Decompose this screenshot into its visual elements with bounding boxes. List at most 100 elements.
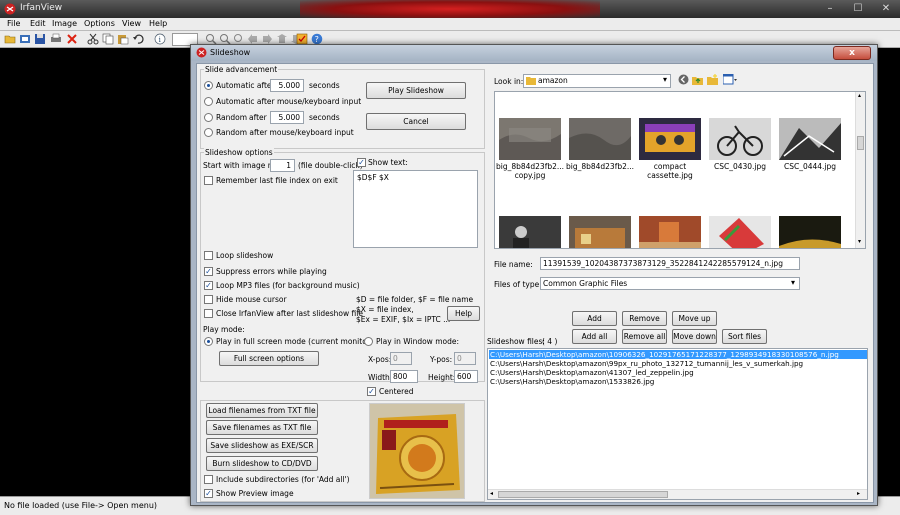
loop-slideshow-checkbox[interactable] [204,251,213,260]
thumbnail-4[interactable] [709,118,771,160]
add-button[interactable]: Add [572,311,617,326]
file-list-scroll-thumb[interactable] [498,491,668,498]
undo-icon[interactable] [132,33,144,45]
look-in-value: amazon [538,76,568,85]
show-text-checkbox[interactable]: ✓ [357,158,366,167]
thumbnail-9[interactable] [709,216,771,249]
remove-all-button[interactable]: Remove all [622,329,667,344]
thumbnail-7[interactable] [569,216,631,249]
file-list-row-1[interactable]: C:\Users\Harsh\Desktop\amazon\10906326_1… [489,350,867,359]
close-after-checkbox[interactable] [204,309,213,318]
slideshow-files-list[interactable]: C:\Users\Harsh\Desktop\amazon\10906326_1… [487,348,868,500]
browser-scroll-thumb[interactable] [857,136,864,150]
file-browser[interactable]: big_8b84d23fb2... copy.jpg big_8b84d23fb… [494,91,866,249]
open-folder-icon[interactable] [4,33,16,45]
menu-image[interactable]: Image [52,19,77,28]
thumbnail-6[interactable] [499,216,561,249]
move-up-button[interactable]: Move up [672,311,717,326]
cut-icon[interactable] [87,33,99,45]
suppress-errors-checkbox[interactable]: ✓ [204,267,213,276]
random-seconds-field[interactable]: 5.000 [270,111,304,124]
paste-icon[interactable] [117,33,129,45]
remove-button[interactable]: Remove [622,311,667,326]
add-all-button[interactable]: Add all [572,329,617,344]
cancel-button[interactable]: Cancel [366,113,466,130]
height-label: Height: [428,373,456,382]
file-name-field[interactable]: 11391539_10204387373873129_3522841242285… [540,257,800,270]
file-list-hscrollbar[interactable]: ◂ ▸ [488,489,867,499]
view-menu-icon[interactable] [723,74,737,85]
radio-random-mouse[interactable] [204,128,213,137]
dialog-close-button[interactable]: x [833,46,871,60]
centered-checkbox[interactable]: ✓ [367,387,376,396]
help-button[interactable]: Help [447,306,480,321]
thumbnail-1-caption: big_8b84d23fb2... [495,162,565,171]
info-icon[interactable]: i [154,33,166,45]
file-list-row-3[interactable]: C:\Users\Harsh\Desktop\amazon\41307_led_… [489,368,867,377]
copy-icon[interactable] [102,33,114,45]
menu-edit[interactable]: Edit [30,19,46,28]
save-filenames-button[interactable]: Save filenames as TXT file [206,420,318,435]
browser-scrollbar[interactable]: ▴ ▾ [855,92,865,248]
play-slideshow-button[interactable]: Play Slideshow [366,82,466,99]
file-list-row-2[interactable]: C:\Users\Harsh\Desktop\amazon\99px_ru_ph… [489,359,867,368]
minimize-button[interactable]: – [818,1,842,17]
thumbnail-10[interactable] [779,216,841,249]
height-field[interactable]: 600 [454,370,478,383]
maximize-button[interactable]: ☐ [846,1,870,17]
move-down-button[interactable]: Move down [672,329,717,344]
loop-slideshow-label: Loop slideshow [216,251,274,260]
menu-options[interactable]: Options [84,19,115,28]
menu-view[interactable]: View [122,19,141,28]
scroll-down-arrow-icon[interactable]: ▾ [858,238,861,245]
radio-window-mode[interactable] [364,337,373,346]
menu-file[interactable]: File [7,19,20,28]
radio-automatic-mouse[interactable] [204,97,213,106]
loop-mp3-checkbox[interactable]: ✓ [204,281,213,290]
files-of-type-select[interactable]: Common Graphic Files [540,277,800,290]
thumbnail-2[interactable] [569,118,631,160]
scroll-up-arrow-icon[interactable]: ▴ [858,92,861,99]
sort-files-button[interactable]: Sort files [722,329,767,344]
show-text-area[interactable]: $D$F $X [353,170,478,248]
back-icon[interactable] [678,74,689,85]
save-icon[interactable] [34,33,46,45]
burn-cd-button[interactable]: Burn slideshow to CD/DVD [206,456,318,471]
radio-fullscreen[interactable] [204,337,213,346]
include-subdirs-checkbox[interactable] [204,475,213,484]
files-of-type-dropdown-icon[interactable]: ▾ [791,278,795,287]
menu-help[interactable]: Help [149,19,167,28]
look-in-dropdown-icon[interactable]: ▾ [663,75,667,84]
automatic-seconds-field[interactable]: 5.000 [270,79,304,92]
random-seconds-label: seconds [309,113,340,122]
show-preview-checkbox[interactable]: ✓ [204,489,213,498]
new-folder-icon[interactable] [707,74,718,85]
slideshow-files-label: Slideshow files: [487,337,545,346]
xpos-field[interactable]: 0 [390,352,412,365]
thumbnail-1[interactable] [499,118,561,160]
scroll-right-arrow-icon[interactable]: ▸ [857,490,860,497]
fullscreen-options-button[interactable]: Full screen options [219,351,319,366]
ypos-field[interactable]: 0 [454,352,476,365]
width-field[interactable]: 800 [390,370,418,383]
radio-automatic[interactable] [204,81,213,90]
file-list-row-4[interactable]: C:\Users\Harsh\Desktop\amazon\1533826.jp… [489,377,867,386]
delete-icon[interactable] [66,33,78,45]
dialog-title-bar[interactable]: Slideshow x [191,45,877,61]
thumbnail-3[interactable] [639,118,701,160]
up-folder-icon[interactable] [692,74,703,85]
save-exe-button[interactable]: Save slideshow as EXE/SCR [206,438,318,453]
print-icon[interactable] [50,33,62,45]
thumbnail-5[interactable] [779,118,841,160]
hide-mouse-checkbox[interactable] [204,295,213,304]
start-image-field[interactable]: 1 [270,159,295,172]
look-in-combo[interactable]: amazon [523,74,671,88]
slideshow-icon[interactable] [19,33,31,45]
scroll-left-arrow-icon[interactable]: ◂ [490,490,493,497]
load-filenames-button[interactable]: Load filenames from TXT file [206,403,318,418]
remember-index-checkbox[interactable] [204,176,213,185]
close-window-button[interactable]: ✕ [874,1,898,17]
radio-random[interactable] [204,113,213,122]
svg-text:?: ? [315,35,319,44]
thumbnail-8[interactable] [639,216,701,249]
